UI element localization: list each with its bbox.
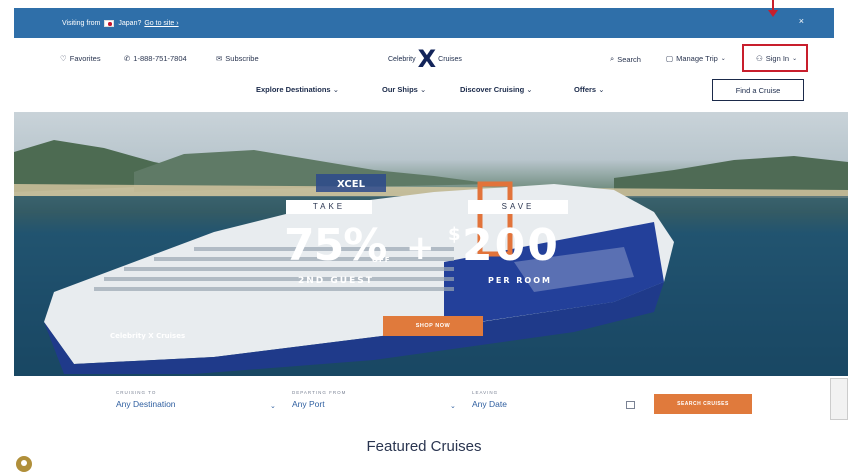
chat-icon[interactable] <box>16 456 32 472</box>
destination-value: Any Destination <box>116 399 176 409</box>
departure-port-select[interactable]: DEPARTING FROM Any Port <box>292 390 346 409</box>
leaving-value: Any Date <box>472 399 507 409</box>
main-navigation: Explore Destinations ⌄ Our Ships ⌄ Disco… <box>14 78 834 106</box>
promo-per-room: PER ROOM <box>488 276 552 285</box>
cruise-search-bar: CRUISING TO Any Destination ⌄ DEPARTING … <box>14 378 848 430</box>
calendar-icon[interactable] <box>626 401 635 409</box>
chevron-down-icon: ⌄ <box>419 85 427 94</box>
take-tag: TAKE <box>286 200 372 214</box>
chevron-down-icon: ⌄ <box>526 85 533 94</box>
nav-label: Offers <box>574 85 597 94</box>
departure-label: DEPARTING FROM <box>292 390 347 395</box>
ship-hull-logo: Celebrity X Cruises <box>110 332 186 340</box>
nav-our-ships[interactable]: Our Ships ⌄ <box>382 85 426 94</box>
mail-icon: ✉ <box>216 54 223 63</box>
promo-amount: 200 <box>462 220 560 271</box>
chevron-down-icon[interactable]: ⌄ <box>450 402 456 410</box>
chevron-down-icon[interactable]: ⌄ <box>270 402 276 410</box>
search-cruises-button[interactable]: SEARCH CRUISES <box>654 394 752 414</box>
chevron-down-icon: ⌄ <box>598 85 605 94</box>
go-to-site-link[interactable]: Go to site › <box>144 20 178 27</box>
search-icon: ⌕ <box>610 54 615 63</box>
user-icon: ⚇ <box>756 54 763 63</box>
chevron-down-icon: ⌄ <box>332 85 339 94</box>
nav-offers[interactable]: Offers ⌄ <box>574 85 604 94</box>
destination-label: CRUISING TO <box>116 390 157 395</box>
destination-select[interactable]: CRUISING TO Any Destination <box>116 390 176 409</box>
phone-link[interactable]: ✆ 1-888-751-7804 <box>124 54 187 63</box>
search-link[interactable]: ⌕ Search <box>610 54 641 64</box>
chevron-down-icon: ⌄ <box>792 56 798 62</box>
subscribe-link[interactable]: ✉ Subscribe <box>216 54 259 63</box>
briefcase-icon: ▢ <box>666 54 674 63</box>
close-icon[interactable]: × <box>799 16 804 26</box>
sign-in-menu[interactable]: ⚇ Sign In ⌄ <box>756 54 797 63</box>
japan-flag-icon <box>104 19 115 27</box>
hero-banner[interactable]: XCEL TAKE SAVE 75% OFF + $ 200 2ND GUEST… <box>14 112 848 376</box>
manage-trip-menu[interactable]: ▢ Manage Trip ⌄ <box>666 54 726 63</box>
save-tag: SAVE <box>468 200 568 214</box>
notice-visiting-text: Visiting from <box>62 19 101 27</box>
phone-number: 1-888-751-7804 <box>133 54 187 63</box>
chevron-down-icon: ⌄ <box>720 56 726 62</box>
annotation-arrow-head-icon <box>768 10 778 17</box>
leaving-date-select[interactable]: LEAVING Any Date <box>472 390 507 409</box>
leaving-label: LEAVING <box>472 390 499 395</box>
favorites-label: Favorites <box>69 54 101 63</box>
promo-dollar: $ <box>448 224 461 245</box>
location-notice-bar: Visiting from Japan? Go to site › × <box>14 8 834 38</box>
nav-label: Explore Destinations <box>256 85 331 94</box>
shop-now-button[interactable]: SHOP NOW <box>383 316 483 336</box>
logo-x-mark: X <box>417 45 437 73</box>
departure-value: Any Port <box>292 399 325 409</box>
nav-label: Discover Cruising <box>460 85 525 94</box>
celebrity-cruises-logo[interactable]: Celebrity X Cruises <box>388 47 462 71</box>
side-feedback-tab[interactable] <box>830 378 848 420</box>
notice-country-text: Japan? <box>118 19 142 27</box>
nav-discover-cruising[interactable]: Discover Cruising ⌄ <box>460 85 533 94</box>
manage-trip-label: Manage Trip <box>676 54 718 63</box>
nav-explore-destinations[interactable]: Explore Destinations ⌄ <box>256 85 339 94</box>
favorites-link[interactable]: ♡ Favorites <box>60 54 101 63</box>
utility-bar: ♡ Favorites ✆ 1-888-751-7804 ✉ Subscribe… <box>14 38 834 78</box>
heart-icon: ♡ <box>60 54 67 63</box>
logo-text-left: Celebrity <box>388 55 416 63</box>
sign-in-label: Sign In <box>765 54 790 63</box>
nav-label: Our Ships <box>382 85 418 94</box>
search-label: Search <box>617 54 641 64</box>
subscribe-label: Subscribe <box>225 54 259 63</box>
promo-second-guest: 2ND GUEST <box>298 276 374 286</box>
promo-percent: 75% <box>284 220 387 271</box>
xcel-ship-logo: XCEL <box>316 174 386 192</box>
featured-cruises-heading: Featured Cruises <box>366 438 482 455</box>
promo-plus: + <box>406 228 435 268</box>
logo-text-right: Cruises <box>438 55 462 63</box>
find-a-cruise-button[interactable]: Find a Cruise <box>712 79 804 101</box>
phone-icon: ✆ <box>124 54 131 63</box>
xcel-text: XCEL <box>337 179 366 190</box>
promo-off: OFF <box>372 256 391 264</box>
